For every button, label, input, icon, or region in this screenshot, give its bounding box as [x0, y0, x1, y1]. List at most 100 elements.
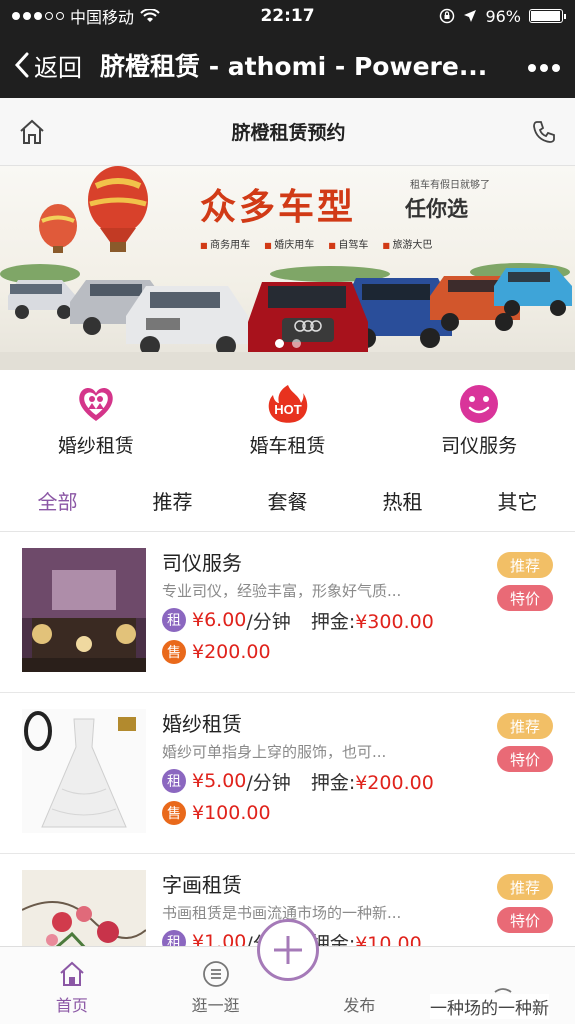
chevron-left-icon	[14, 52, 29, 78]
item-tags: 推荐 特价	[497, 552, 553, 611]
car-white-suv	[8, 280, 76, 319]
item-tags: 推荐 特价	[497, 874, 553, 933]
carrier-label: 中国移动	[70, 8, 135, 27]
category-label: 婚车租赁	[249, 434, 326, 457]
banner-tag: 旅游大巴	[382, 236, 432, 251]
plus-icon	[274, 936, 302, 964]
nav-label: 发布	[343, 996, 376, 1015]
publish-button[interactable]	[257, 919, 319, 981]
item-desc: 婚纱可单指身上穿的服饰，也可...	[162, 743, 387, 761]
category-row: 婚纱租赁 HOT 婚车租赁 司仪服务	[0, 370, 575, 470]
sale-badge: 售	[162, 801, 186, 825]
deposit-value: ¥200.00	[355, 771, 434, 794]
more-menu-button[interactable]	[527, 50, 561, 80]
hot-air-balloon-large	[88, 166, 148, 252]
rotation-lock-icon	[440, 8, 455, 24]
battery-fill	[531, 11, 560, 21]
sale-price: ¥200.00	[192, 641, 271, 663]
nav-label: 逛一逛	[191, 996, 240, 1015]
wedding-dress-icon	[79, 387, 113, 421]
wifi-icon	[140, 9, 160, 22]
pager-dot-active[interactable]	[274, 339, 284, 348]
hot-badge-text: HOT	[274, 402, 302, 417]
item-desc: 专业司仪，经验丰富，形象好气质...	[162, 582, 402, 600]
nav-bar: 返回 脐橙租赁 - athomi - Powere...	[0, 32, 575, 98]
bottom-nav: 首页 逛一逛 发布 一种场的一种新	[0, 919, 575, 1024]
rent-price: ¥6.00	[192, 609, 247, 631]
banner-subline: 任你选	[405, 197, 468, 221]
deposit-value: ¥300.00	[355, 610, 434, 633]
tab-other[interactable]: 其它	[460, 486, 575, 515]
banner-tags: 商务用车 婚庆用车 自驾车 旅游大巴	[200, 236, 432, 251]
rent-price: ¥5.00	[192, 770, 247, 792]
car-cyan-suv	[494, 268, 572, 316]
overlay-text: 一种场的一种新	[430, 994, 549, 1019]
page-title: 脐橙租赁 - athomi - Powere...	[100, 52, 488, 81]
deposit-label-text: 押金:	[310, 610, 356, 633]
deposit-label: 押金:¥200.00	[311, 768, 434, 795]
recommend-tag: 推荐	[497, 552, 553, 578]
app-screen: 中国移动 22:17 96% 返回 脐橙租赁 - athomi - Powere…	[0, 0, 575, 1024]
category-label: 婚纱租赁	[57, 434, 134, 457]
more-dots-icon	[528, 64, 560, 72]
special-price-tag: 特价	[497, 746, 553, 772]
battery-percent: 96%	[485, 6, 521, 26]
tab-all[interactable]: 全部	[0, 486, 115, 515]
category-wedding-dress[interactable]: 婚纱租赁	[0, 370, 192, 470]
rent-badge: 租	[162, 608, 186, 632]
nav-label: 首页	[55, 996, 88, 1015]
pager-dot[interactable]	[291, 339, 301, 348]
rent-badge: 租	[162, 769, 186, 793]
rent-unit: /分钟	[246, 610, 291, 633]
item-name: 婚纱租赁	[162, 712, 242, 736]
banner-small-text: 租车有假日就够了	[410, 180, 490, 191]
banner-tag: 婚庆用车	[264, 236, 314, 251]
battery-icon	[529, 9, 566, 23]
category-mc-service[interactable]: 司仪服务	[383, 370, 575, 470]
filter-tabs: 全部 推荐 套餐 热租 其它	[0, 470, 575, 532]
status-bar: 中国移动 22:17 96%	[0, 0, 575, 32]
recommend-tag: 推荐	[497, 874, 553, 900]
banner-tag: 自驾车	[328, 236, 368, 251]
banner-tag: 商务用车	[200, 236, 250, 251]
sale-row: 售 ¥200.00	[162, 636, 553, 668]
back-label: 返回	[34, 53, 82, 82]
nav-home[interactable]: 首页	[0, 947, 144, 1024]
rent-unit: /分钟	[246, 771, 291, 794]
recommend-tag: 推荐	[497, 713, 553, 739]
category-label: 司仪服务	[441, 434, 518, 457]
signal-icon	[12, 12, 64, 20]
smiley-icon	[460, 384, 499, 423]
item-thumbnail	[22, 548, 146, 672]
item-desc: 书画租赁是书画流通市场的一种新...	[162, 904, 402, 922]
banner-pager[interactable]	[0, 339, 575, 348]
list-icon	[202, 961, 229, 987]
list-item[interactable]: 婚纱租赁 婚纱可单指身上穿的服饰，也可... 租 ¥5.00 /分钟 押金:¥2…	[0, 693, 575, 854]
sale-price: ¥100.00	[192, 802, 271, 824]
item-name: 司仪服务	[162, 551, 242, 575]
page-header: 脐橙租赁预约	[0, 98, 575, 166]
back-button[interactable]: 返回	[14, 48, 82, 83]
rent-row: 租 ¥5.00 /分钟 押金:¥200.00	[162, 765, 553, 797]
status-right: 96%	[439, 6, 566, 26]
phone-icon[interactable]	[531, 119, 557, 145]
tab-hot-rent[interactable]: 热租	[345, 486, 460, 515]
banner-headline: 众多车型	[200, 187, 357, 228]
deposit-label-text: 押金:	[310, 771, 356, 794]
page-header-title: 脐橙租赁预约	[231, 122, 346, 144]
sale-badge: 售	[162, 640, 186, 664]
deposit-label: 押金:¥300.00	[311, 607, 434, 634]
tab-package[interactable]: 套餐	[230, 486, 345, 515]
special-price-tag: 特价	[497, 585, 553, 611]
home-icon	[60, 961, 84, 986]
item-thumbnail	[22, 709, 146, 833]
hot-air-balloon-small	[39, 204, 77, 253]
category-wedding-car[interactable]: HOT 婚车租赁	[192, 370, 384, 470]
tab-recommend[interactable]: 推荐	[115, 486, 230, 515]
list-item[interactable]: 司仪服务 专业司仪，经验丰富，形象好气质... 租 ¥6.00 /分钟 押金:¥…	[0, 532, 575, 693]
home-icon[interactable]	[18, 118, 46, 146]
item-info: 婚纱租赁 婚纱可单指身上穿的服饰，也可... 租 ¥5.00 /分钟 押金:¥2…	[162, 709, 553, 853]
rent-row: 租 ¥6.00 /分钟 押金:¥300.00	[162, 604, 553, 636]
promo-banner[interactable]: 租车有假日就够了 众多车型 任你选 商务用车 婚庆用车 自驾车 旅游大巴	[0, 166, 575, 370]
location-icon	[464, 10, 477, 22]
